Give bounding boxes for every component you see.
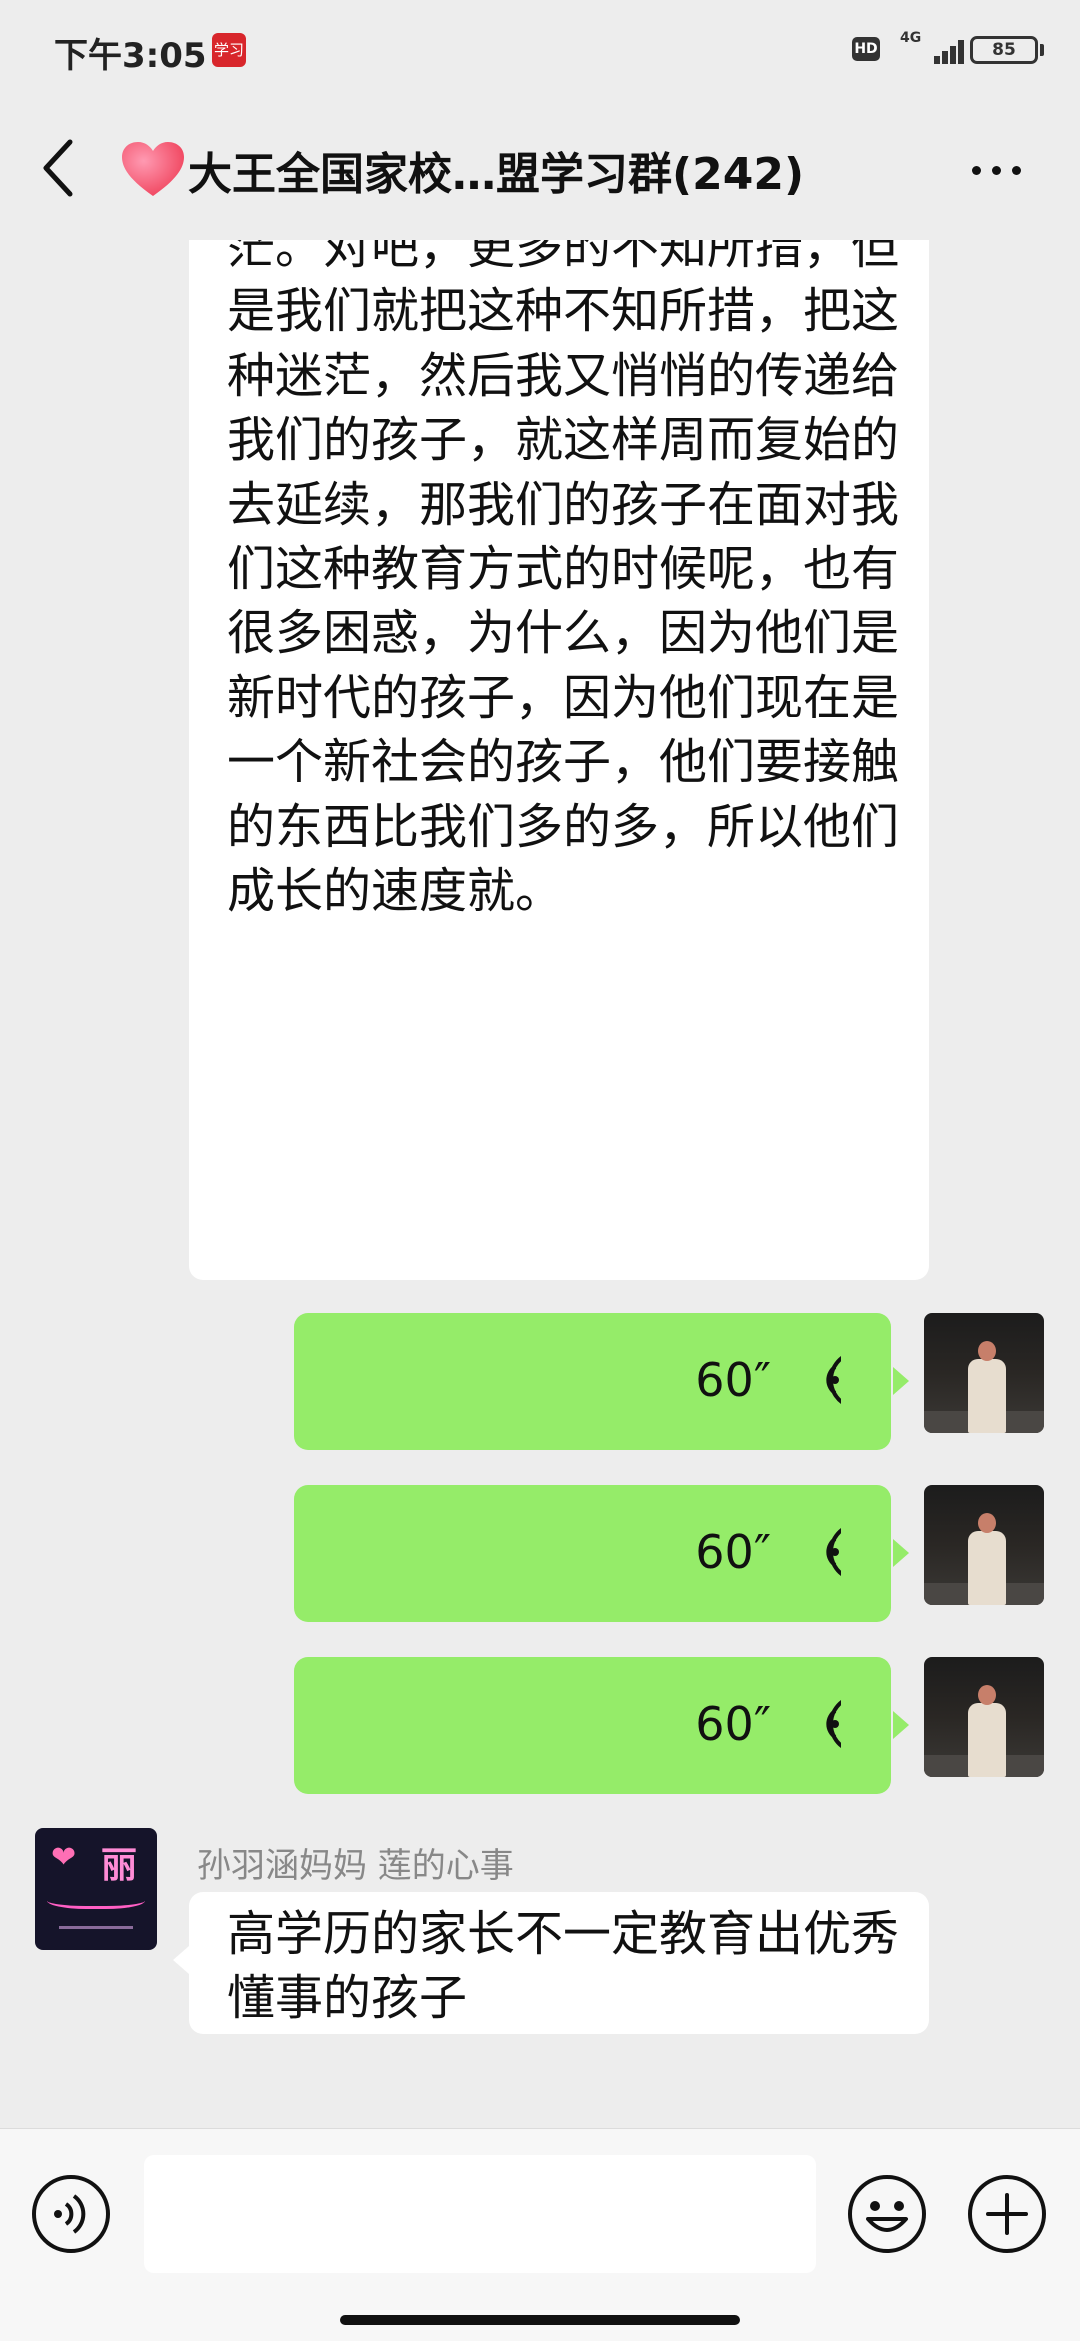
bubble-tail bbox=[173, 1946, 189, 1974]
chat-header: 大王全国家校…盟学习群(242) bbox=[0, 100, 1080, 240]
voice-toggle-icon[interactable] bbox=[30, 2173, 112, 2255]
heart-icon bbox=[122, 142, 184, 196]
voice-wave-icon bbox=[826, 1700, 841, 1748]
avatar[interactable] bbox=[924, 1313, 1044, 1433]
emoji-icon[interactable] bbox=[846, 2173, 928, 2255]
incoming-text-bubble[interactable]: 茫。对吧，更多的不知所措，但是我们就把这种不知所措，把这种迷茫，然后我又悄悄的传… bbox=[189, 240, 929, 1280]
message-text: 高学历的家长不一定教育出优秀懂事的孩子 bbox=[227, 1906, 900, 2027]
avatar[interactable] bbox=[924, 1657, 1044, 1777]
incoming-text-bubble[interactable]: 高学历的家长不一定教育出优秀懂事的孩子 bbox=[189, 1892, 929, 2034]
input-bar bbox=[0, 2128, 1080, 2341]
chat-title[interactable]: 大王全国家校…盟学习群(242) bbox=[188, 138, 804, 202]
sender-name: 孙羽涵妈妈 莲的心事 bbox=[197, 1846, 514, 1886]
voice-message-bubble[interactable]: 60″ bbox=[294, 1485, 891, 1622]
voice-wave-icon bbox=[826, 1356, 841, 1404]
more-icon[interactable] bbox=[968, 160, 1028, 180]
battery-tip bbox=[1040, 44, 1044, 56]
sender-avatar[interactable]: ❤ 丽 bbox=[35, 1828, 157, 1950]
network-type: 4G bbox=[900, 30, 922, 46]
message-list[interactable]: 茫。对吧，更多的不知所措，但是我们就把这种不知所措，把这种迷茫，然后我又悄悄的传… bbox=[0, 240, 1080, 2128]
heart-icon: ❤ bbox=[51, 1840, 77, 1875]
message-text: 茫。对吧，更多的不知所措，但是我们就把这种不知所措，把这种迷茫，然后我又悄悄的传… bbox=[227, 240, 900, 920]
bubble-tail bbox=[893, 1711, 909, 1739]
home-indicator[interactable] bbox=[340, 2315, 740, 2325]
voice-duration: 60″ bbox=[695, 1353, 771, 1407]
voice-wave-icon bbox=[826, 1528, 841, 1576]
message-input[interactable] bbox=[144, 2155, 816, 2273]
battery-icon: 85 bbox=[970, 36, 1038, 64]
plus-icon[interactable] bbox=[966, 2173, 1048, 2255]
back-icon[interactable] bbox=[40, 136, 80, 200]
app-notification-badge: 学习 bbox=[212, 33, 246, 67]
status-bar: 下午3:05 学习 HD 4G 85 bbox=[0, 0, 1080, 100]
bubble-tail bbox=[893, 1367, 909, 1395]
avatar[interactable] bbox=[924, 1485, 1044, 1605]
voice-duration: 60″ bbox=[695, 1525, 771, 1579]
battery-level: 85 bbox=[992, 40, 1016, 60]
voice-message-bubble[interactable]: 60″ bbox=[294, 1657, 891, 1794]
avatar-text: 丽 bbox=[101, 1845, 138, 1886]
voice-message-bubble[interactable]: 60″ bbox=[294, 1313, 891, 1450]
bubble-tail bbox=[893, 1539, 909, 1567]
status-time: 下午3:05 bbox=[54, 36, 207, 76]
signal-strength-icon bbox=[922, 36, 968, 64]
voice-duration: 60″ bbox=[695, 1697, 771, 1751]
hd-badge: HD bbox=[852, 37, 880, 61]
